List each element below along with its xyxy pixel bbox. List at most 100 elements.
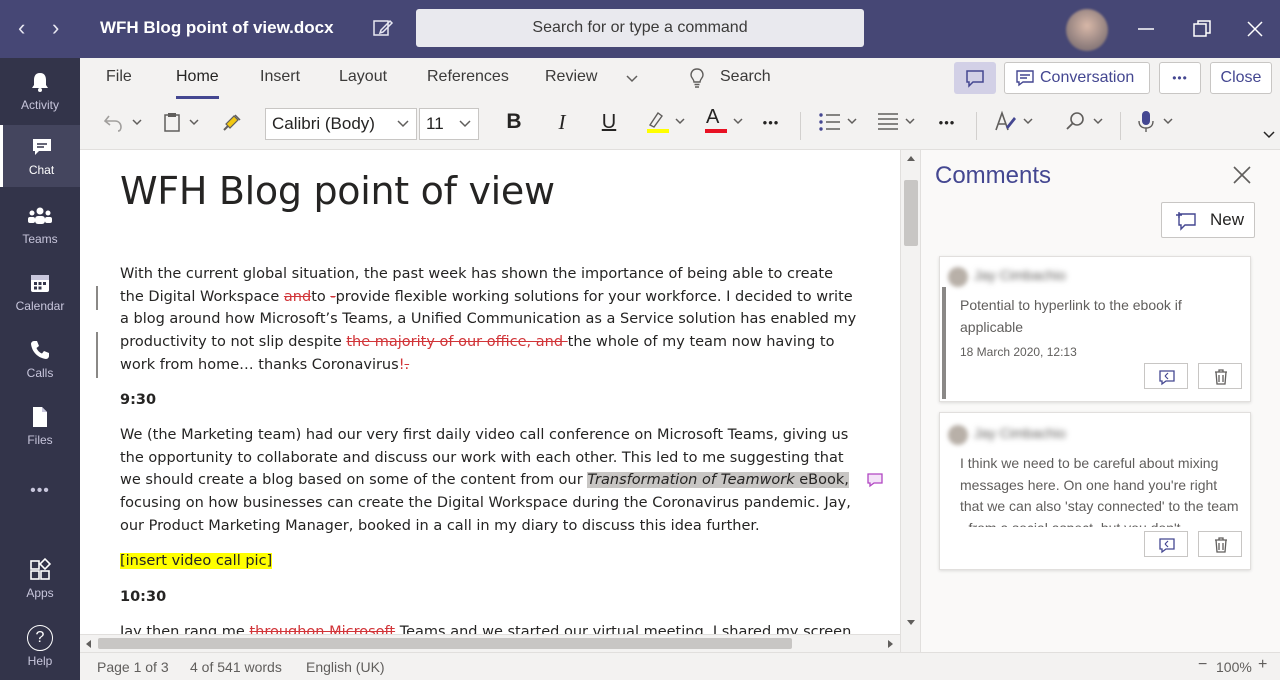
highlighter-icon xyxy=(647,111,685,133)
rail-item-label: Calendar xyxy=(15,299,65,313)
scroll-left-icon[interactable] xyxy=(83,638,93,650)
scroll-up-icon[interactable] xyxy=(905,153,917,163)
paragraph-marketing: We (the Marketing team) had our very fir… xyxy=(120,424,860,538)
bullet-list-icon xyxy=(819,113,857,131)
close-button[interactable]: Close xyxy=(1210,62,1272,94)
rail-item-label: Help xyxy=(27,654,53,668)
change-bar xyxy=(96,286,98,310)
reply-button[interactable] xyxy=(1144,363,1188,389)
tab-insert[interactable]: Insert xyxy=(260,68,300,86)
font-name-select[interactable]: Calibri (Body) xyxy=(265,108,417,140)
conversation-button[interactable]: Conversation xyxy=(1004,62,1150,94)
italic-button[interactable]: I xyxy=(548,108,576,136)
font-size-select[interactable]: 11 xyxy=(419,108,479,140)
rail-item-help[interactable]: ? Help xyxy=(0,615,80,677)
rail-item-calendar[interactable]: Calendar xyxy=(0,261,80,323)
reply-button[interactable] xyxy=(1144,531,1188,557)
rail-item-teams[interactable]: Teams xyxy=(0,194,80,256)
trash-icon xyxy=(1215,369,1227,385)
new-comment-button[interactable]: New xyxy=(1161,202,1255,238)
rail-item-label: Files xyxy=(27,433,53,447)
rail-item-apps[interactable]: Apps xyxy=(0,548,80,610)
back-button[interactable]: ‹ xyxy=(18,16,25,40)
styles-icon xyxy=(995,110,1033,131)
teams-icon xyxy=(28,207,52,224)
close-icon[interactable] xyxy=(1231,164,1253,186)
bullets-button[interactable] xyxy=(816,108,864,136)
find-button[interactable] xyxy=(1062,108,1110,136)
format-painter-icon xyxy=(223,114,241,131)
font-name-value: Calibri (Body) xyxy=(272,114,375,133)
toolbar-divider xyxy=(976,112,977,140)
tell-me-search[interactable]: Search xyxy=(720,68,771,86)
align-left-icon xyxy=(878,113,915,130)
zoom-in-button[interactable]: + xyxy=(1258,656,1267,674)
format-painter-button[interactable] xyxy=(218,108,246,136)
highlight-button[interactable] xyxy=(644,108,690,136)
align-button[interactable] xyxy=(874,108,922,136)
show-chat-button[interactable] xyxy=(954,62,996,94)
lightbulb-icon xyxy=(690,68,704,88)
comment-card[interactable]: Jay Cimbachio I think we need to be care… xyxy=(939,412,1251,570)
horizontal-scrollbar[interactable] xyxy=(80,634,900,652)
more-font-options-button[interactable]: ••• xyxy=(756,108,786,136)
rail-item-activity[interactable]: Activity xyxy=(0,60,80,122)
scroll-right-icon[interactable] xyxy=(886,638,896,650)
chevron-down-icon xyxy=(459,120,471,128)
delete-comment-button[interactable] xyxy=(1198,531,1242,557)
delete-comment-button[interactable] xyxy=(1198,363,1242,389)
chevron-down-icon[interactable] xyxy=(625,74,639,84)
tab-review[interactable]: Review xyxy=(545,68,597,86)
tab-references[interactable]: References xyxy=(427,68,509,86)
vertical-scroll-thumb[interactable] xyxy=(904,180,918,246)
comment-body: Potential to hyperlink to the ebook if a… xyxy=(960,297,1182,335)
font-color-button[interactable]: A xyxy=(702,106,748,136)
calendar-icon xyxy=(31,275,49,292)
comment-marker-icon[interactable] xyxy=(866,472,884,488)
forward-button[interactable]: › xyxy=(52,16,59,40)
chat-bubble-icon xyxy=(966,70,984,88)
commented-text[interactable]: eBook, xyxy=(794,472,849,489)
scroll-down-icon[interactable] xyxy=(905,618,917,628)
paste-button[interactable] xyxy=(162,108,204,136)
zoom-level[interactable]: 100% xyxy=(1216,659,1252,675)
command-search-input[interactable]: Search for or type a command xyxy=(416,9,864,47)
rail-item-more[interactable]: ••• xyxy=(0,474,80,536)
comments-title: Comments xyxy=(935,162,1052,189)
styles-button[interactable] xyxy=(992,108,1040,136)
expand-ribbon-icon[interactable] xyxy=(1262,130,1276,140)
zoom-out-button[interactable]: − xyxy=(1198,656,1207,674)
more-paragraph-options-button[interactable]: ••• xyxy=(932,108,962,136)
tab-layout[interactable]: Layout xyxy=(339,68,387,86)
tab-file[interactable]: File xyxy=(106,68,132,86)
bold-button[interactable]: B xyxy=(500,108,528,136)
rail-item-chat[interactable]: Chat xyxy=(0,125,80,187)
close-window-icon[interactable] xyxy=(1242,16,1268,42)
commented-text[interactable]: Transformation of Teamwork xyxy=(587,472,795,489)
rail-item-files[interactable]: Files xyxy=(0,395,80,457)
tab-home[interactable]: Home xyxy=(176,68,219,99)
vertical-scrollbar[interactable] xyxy=(900,150,920,652)
rail-item-calls[interactable]: Calls xyxy=(0,328,80,390)
minimize-icon[interactable] xyxy=(1133,16,1159,42)
language-indicator[interactable]: English (UK) xyxy=(306,659,385,675)
tracked-deletion: and xyxy=(283,288,312,305)
restore-icon[interactable] xyxy=(1189,16,1215,42)
avatar[interactable] xyxy=(1066,9,1108,51)
document-canvas[interactable]: WFH Blog point of view With the current … xyxy=(80,150,920,652)
clipboard-icon xyxy=(164,113,199,132)
timestamp-heading: 10:30 xyxy=(120,589,167,605)
page-count: Page 1 of 3 xyxy=(97,659,169,675)
dictate-button[interactable] xyxy=(1132,108,1180,136)
underline-button[interactable]: U xyxy=(595,108,623,136)
undo-button[interactable] xyxy=(100,108,146,136)
horizontal-scroll-thumb[interactable] xyxy=(98,638,792,649)
comment-card[interactable]: Jay Cimbachio Potential to hyperlink to … xyxy=(939,256,1251,402)
more-options-button[interactable]: ••• xyxy=(1159,62,1201,94)
trash-icon xyxy=(1215,537,1227,553)
search-icon xyxy=(1066,112,1103,130)
new-comment-label: New xyxy=(1210,210,1245,229)
comment-timestamp: 18 March 2020, 12:13 xyxy=(960,345,1077,359)
edit-icon[interactable] xyxy=(372,17,394,39)
word-count[interactable]: 4 of 541 words xyxy=(190,659,282,675)
